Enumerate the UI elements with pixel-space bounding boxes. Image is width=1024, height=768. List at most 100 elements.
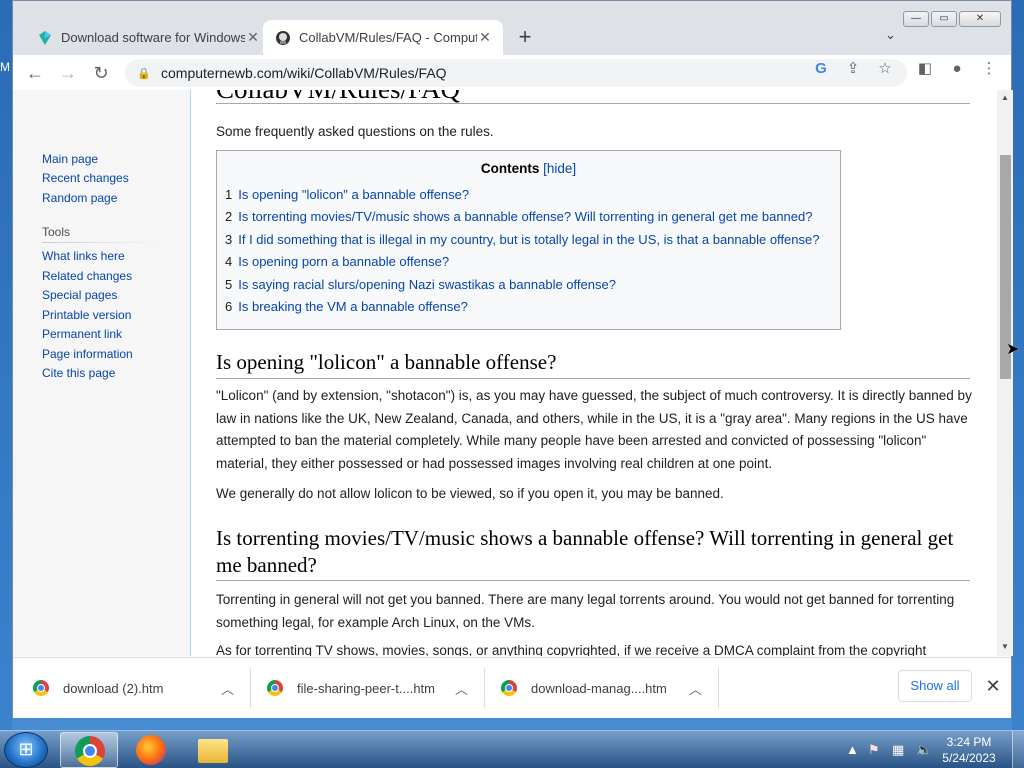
back-arrow-icon[interactable]: ←: [23, 61, 47, 85]
bookmark-star-icon[interactable]: ☆: [875, 61, 895, 77]
tab-close-icon[interactable]: ✕: [245, 29, 261, 46]
lock-icon[interactable]: 🔒: [137, 67, 151, 80]
chrome-file-icon: [33, 680, 49, 696]
taskbar-chrome[interactable]: [60, 732, 118, 768]
tab-strip: Download software for Windows ✕ CollabVM…: [13, 1, 1011, 55]
close-window-button[interactable]: ✕: [959, 11, 1001, 27]
section-heading: Is opening "lolicon" a bannable offense?: [216, 350, 557, 374]
toc-item[interactable]: 4 Is opening porn a bannable offense?: [225, 254, 449, 269]
sidebar-item-what-links-here[interactable]: What links here: [42, 249, 125, 263]
toc-heading-label: Contents: [480, 161, 540, 176]
section-underline: [216, 378, 970, 379]
chevron-up-icon[interactable]: ︿: [221, 679, 234, 698]
toc-item[interactable]: 6 Is breaking the VM a bannable offense?: [225, 299, 468, 314]
sidebar-item-related-changes[interactable]: Related changes: [42, 269, 132, 283]
chevron-up-icon[interactable]: ︿: [455, 679, 468, 698]
mouse-cursor-icon: ➤: [1006, 341, 1020, 358]
download-divider: [718, 668, 719, 708]
tab-close-icon[interactable]: ✕: [477, 29, 493, 46]
desktop-background-right: [1012, 0, 1024, 730]
address-bar[interactable]: 🔒 computernewb.com/wiki/CollabVM/Rules/F…: [125, 59, 907, 87]
forward-arrow-icon[interactable]: →: [56, 61, 80, 85]
section-underline: [216, 580, 970, 581]
tab-title: CollabVM/Rules/FAQ - Computer: [299, 30, 477, 45]
wiki-sidebar: Main page Recent changes Random page Too…: [13, 90, 191, 656]
side-panel-icon[interactable]: ◧: [915, 61, 935, 77]
toc-heading: Contents [hide]: [217, 161, 840, 176]
window-controls: — ▭ ✕: [903, 11, 1001, 27]
section-paragraph: We generally do not allow lolicon to be …: [216, 486, 724, 501]
tab-search-chevron-down-icon[interactable]: ⌄: [885, 27, 896, 43]
volume-muted-icon[interactable]: 🔈: [916, 742, 932, 758]
vertical-scrollbar[interactable]: ▲ ▼: [997, 90, 1013, 656]
sidebar-item-random-page[interactable]: Random page: [42, 191, 117, 205]
section-paragraph: "Lolicon" (and by extension, "shotacon")…: [216, 388, 972, 471]
taskbar: ▲ ⚑ ▦ 🔈 3:24 PM 5/24/2023: [0, 730, 1024, 768]
taskbar-firefox[interactable]: [122, 732, 180, 768]
taskbar-file-explorer[interactable]: [184, 732, 242, 768]
download-item[interactable]: file-sharing-peer-t....htm ︿: [267, 658, 483, 718]
intro-text: Some frequently asked questions on the r…: [216, 124, 494, 139]
folder-icon: [198, 739, 228, 763]
maximize-button[interactable]: ▭: [931, 11, 957, 27]
chrome-file-icon: [267, 680, 283, 696]
section-heading: Is torrenting movies/TV/music shows a ba…: [216, 526, 954, 577]
table-of-contents: Contents [hide] 1 Is opening "lolicon" a …: [216, 150, 841, 330]
sidebar-item-page-information[interactable]: Page information: [42, 347, 133, 361]
desktop-background-left: [0, 0, 12, 730]
chrome-icon: [75, 736, 105, 766]
reload-icon[interactable]: ↻: [89, 61, 113, 85]
download-item[interactable]: download (2).htm ︿: [33, 658, 249, 718]
sidebar-item-main-page[interactable]: Main page: [42, 152, 98, 166]
show-all-button[interactable]: Show all: [898, 670, 972, 702]
sidebar-item-recent-changes[interactable]: Recent changes: [42, 171, 129, 185]
show-hidden-icons-icon[interactable]: ▲: [846, 742, 859, 757]
sidebar-item-special-pages[interactable]: Special pages: [42, 288, 117, 302]
download-filename: download (2).htm: [63, 680, 164, 696]
section-paragraph: Torrenting in general will not get you b…: [216, 592, 955, 630]
sidebar-item-cite-this-page[interactable]: Cite this page: [42, 366, 115, 380]
show-desktop-button[interactable]: [1012, 731, 1024, 768]
softonic-icon: [39, 30, 51, 45]
toc-item[interactable]: 2 Is torrenting movies/TV/music shows a b…: [225, 209, 812, 224]
toc-item[interactable]: 5 Is saying racial slurs/opening Nazi swa…: [225, 277, 616, 292]
download-divider: [484, 668, 485, 708]
download-filename: file-sharing-peer-t....htm: [297, 680, 435, 696]
system-clock[interactable]: 3:24 PM 5/24/2023: [938, 734, 1000, 766]
download-item[interactable]: download-manag....htm ︿: [501, 658, 717, 718]
google-lens-icon[interactable]: G: [811, 61, 831, 77]
tab-title: Download software for Windows: [61, 30, 245, 45]
sidebar-tools-heading: Tools: [42, 225, 71, 239]
profile-avatar-icon[interactable]: ●: [947, 61, 967, 77]
clock-date: 5/24/2023: [942, 751, 996, 765]
toc-item[interactable]: 3 If I did something that is illegal in m…: [225, 232, 819, 247]
chrome-file-icon: [501, 680, 517, 696]
sidebar-divider: [42, 242, 160, 243]
scroll-down-arrow-icon[interactable]: ▼: [997, 642, 1013, 651]
scroll-up-arrow-icon[interactable]: ▲: [997, 93, 1013, 102]
computernewb-icon: [276, 30, 290, 45]
sidebar-item-permanent-link[interactable]: Permanent link: [42, 327, 122, 341]
toc-item[interactable]: 1 Is opening "lolicon" a bannable offense…: [225, 187, 469, 202]
close-shelf-icon[interactable]: ✕: [983, 674, 1003, 698]
section-paragraph: As for torrenting TV shows, movies, song…: [216, 643, 927, 656]
download-filename: download-manag....htm: [531, 680, 667, 696]
start-button[interactable]: [4, 732, 48, 768]
tab-download-software[interactable]: Download software for Windows ✕: [25, 20, 271, 55]
sidebar-item-printable-version[interactable]: Printable version: [42, 308, 131, 322]
chevron-up-icon[interactable]: ︿: [689, 679, 702, 698]
article-content: CollabVM/Rules/FAQ Some frequently asked…: [191, 90, 997, 656]
tab-collabvm-faq[interactable]: CollabVM/Rules/FAQ - Computer ✕: [263, 20, 503, 55]
share-icon[interactable]: ⇪: [843, 61, 863, 77]
network-icon[interactable]: ▦: [892, 742, 904, 758]
title-underline: [216, 103, 970, 104]
page-viewport: Main page Recent changes Random page Too…: [13, 90, 997, 656]
minimize-button[interactable]: —: [903, 11, 929, 27]
menu-kebab-icon[interactable]: ⋮: [979, 61, 999, 77]
new-tab-plus-icon[interactable]: +: [513, 25, 537, 49]
download-divider: [250, 668, 251, 708]
action-center-flag-icon[interactable]: ⚑: [868, 742, 880, 758]
navigation-toolbar: ← → ↻ 🔒 computernewb.com/wiki/CollabVM/R…: [13, 55, 1011, 91]
toc-hide-link[interactable]: [hide]: [543, 161, 576, 176]
download-shelf: download (2).htm ︿ file-sharing-peer-t..…: [13, 657, 1011, 718]
